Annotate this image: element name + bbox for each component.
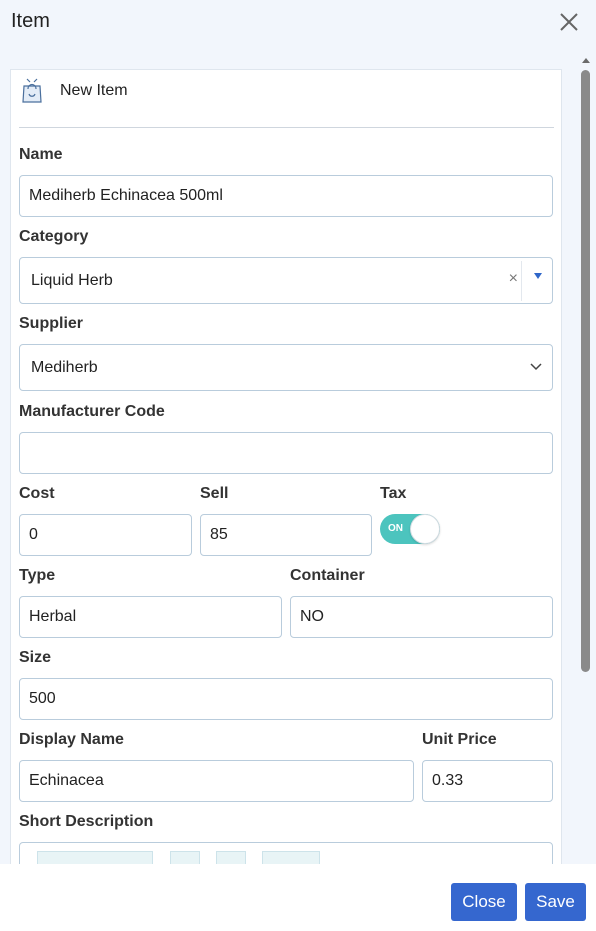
clear-icon[interactable]: ×	[509, 270, 518, 288]
type-input[interactable]: Herbal	[19, 596, 282, 638]
card-header: New Item	[11, 70, 563, 128]
short-description-label: Short Description	[19, 813, 154, 830]
size-input[interactable]: 500	[19, 678, 553, 720]
select-separator	[521, 261, 522, 301]
supplier-value: Mediherb	[31, 358, 98, 376]
display-name-input[interactable]: Echinacea	[19, 760, 414, 802]
modal-footer: Close Save	[0, 864, 596, 931]
cost-input[interactable]: 0	[19, 514, 192, 556]
shopping-bag-icon	[22, 78, 42, 103]
toggle-on-text: ON	[388, 523, 403, 534]
manufacturer-code-label: Manufacturer Code	[19, 403, 165, 420]
editor-toolbar-link[interactable]	[170, 851, 200, 864]
container-input[interactable]: NO	[290, 596, 553, 638]
container-value: NO	[300, 608, 324, 625]
manufacturer-code-input[interactable]	[19, 432, 553, 474]
card-title: New Item	[60, 82, 128, 99]
toggle-knob	[410, 514, 440, 544]
modal-body[interactable]: New Item Name Mediherb Echinacea 500ml C…	[0, 46, 596, 864]
category-select[interactable]: Liquid Herb ×	[19, 257, 553, 304]
sell-label: Sell	[200, 485, 229, 502]
tax-label: Tax	[380, 485, 407, 502]
supplier-label: Supplier	[19, 315, 84, 332]
name-label: Name	[19, 146, 63, 163]
supplier-select[interactable]: Mediherb	[19, 344, 553, 391]
category-value: Liquid Herb	[31, 271, 113, 289]
type-label: Type	[19, 567, 56, 584]
editor-toolbar-formatting[interactable]	[37, 851, 153, 864]
category-label: Category	[19, 228, 89, 245]
sell-value: 85	[210, 526, 228, 543]
display-name-value: Echinacea	[29, 772, 104, 789]
cost-label: Cost	[19, 485, 55, 502]
display-name-label: Display Name	[19, 731, 124, 748]
name-value: Mediherb Echinacea 500ml	[29, 187, 223, 204]
sell-input[interactable]: 85	[200, 514, 372, 556]
editor-toolbar-undo-redo[interactable]	[262, 851, 320, 864]
item-form-card: New Item Name Mediherb Echinacea 500ml C…	[10, 69, 562, 864]
name-input[interactable]: Mediherb Echinacea 500ml	[19, 175, 553, 217]
size-value: 500	[29, 690, 56, 707]
dropdown-caret-icon[interactable]	[534, 273, 542, 279]
unit-price-label: Unit Price	[422, 731, 497, 748]
save-button[interactable]: Save	[525, 883, 586, 921]
size-label: Size	[19, 649, 52, 666]
tax-toggle[interactable]: ON	[380, 514, 440, 544]
modal-header: Item	[0, 0, 596, 46]
type-value: Herbal	[29, 608, 77, 625]
unit-price-value: 0.33	[432, 772, 464, 789]
close-icon[interactable]	[559, 12, 579, 32]
unit-price-input[interactable]: 0.33	[422, 760, 553, 802]
scrollbar-thumb[interactable]	[581, 70, 590, 672]
modal-title: Item	[11, 10, 50, 32]
scroll-up-arrow-icon[interactable]	[582, 58, 590, 63]
container-label: Container	[290, 567, 365, 584]
divider	[19, 127, 554, 128]
editor-toolbar-table[interactable]	[216, 851, 246, 864]
chevron-down-icon	[530, 363, 542, 371]
short-description-editor[interactable]	[19, 842, 553, 864]
close-button[interactable]: Close	[451, 883, 517, 921]
cost-value: 0	[29, 526, 38, 543]
